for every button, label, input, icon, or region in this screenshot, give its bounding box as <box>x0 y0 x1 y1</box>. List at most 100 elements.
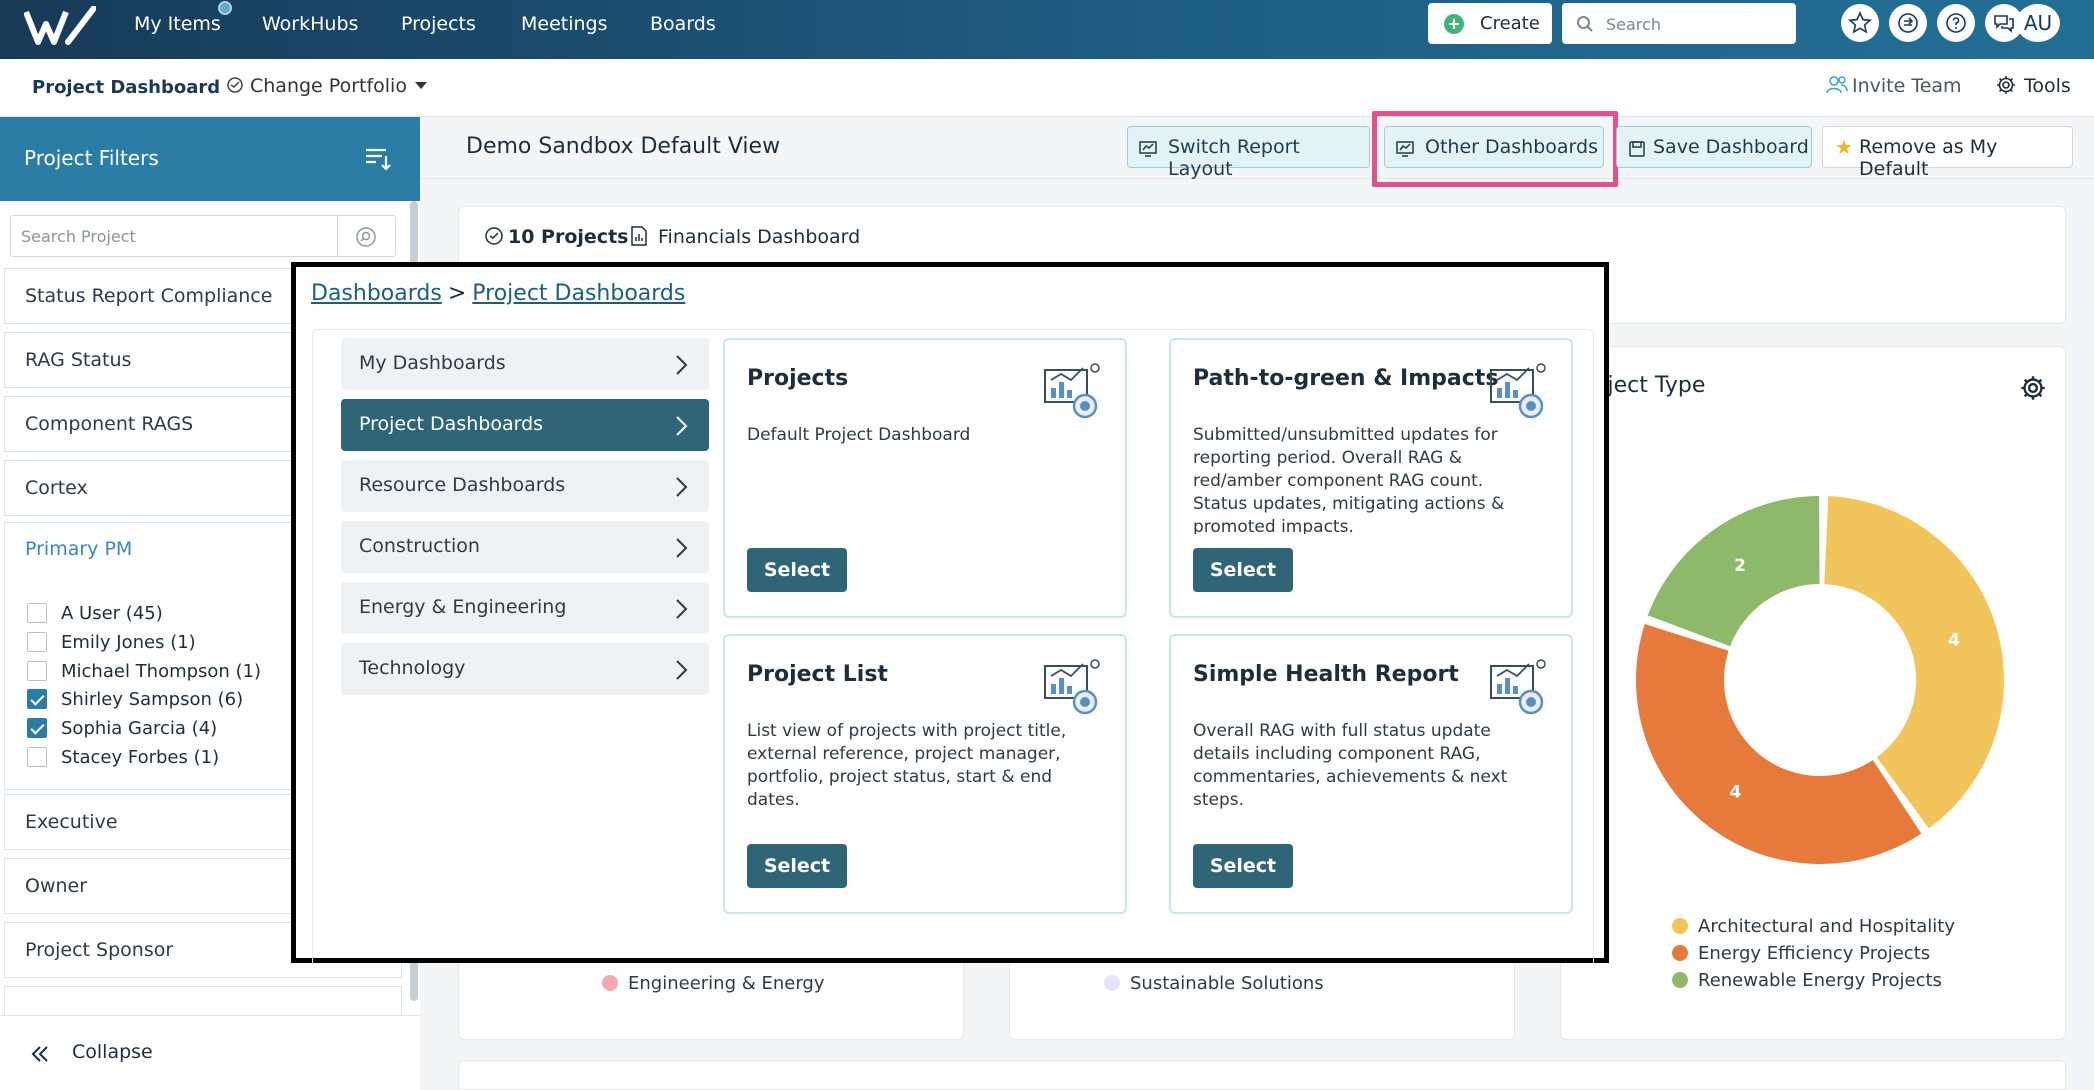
chart-settings-gear-icon[interactable] <box>2020 375 2046 401</box>
dashboard-card-path-to-green: Path-to-green & Impacts Submitted/unsubm… <box>1169 338 1573 618</box>
pm-name: Emily Jones <box>61 632 165 653</box>
donut-slice[interactable] <box>1636 624 1922 864</box>
category-label: My Dashboards <box>359 352 506 374</box>
legend-dot <box>1672 918 1688 934</box>
legend-label: Engineering & Energy <box>628 973 825 994</box>
global-search-input[interactable] <box>1606 12 1786 36</box>
nav-workhubs[interactable]: WorkHubs <box>262 13 358 35</box>
donut-data-label: 2 <box>1734 556 1746 576</box>
filter-label: Project Sponsor <box>25 939 174 961</box>
pm-count: (4) <box>191 718 218 739</box>
pm-option[interactable]: A User (45) <box>27 603 163 624</box>
search-icon[interactable] <box>355 226 377 248</box>
help-button[interactable] <box>1937 4 1975 42</box>
invite-team-button[interactable]: Invite Team <box>1826 75 1962 97</box>
category-my-dashboards[interactable]: My Dashboards <box>341 338 709 390</box>
exchange-icon <box>1898 13 1918 33</box>
modal-content: My Dashboards Project Dashboards Resourc… <box>312 329 1594 963</box>
pm-name: Sophia Garcia <box>61 718 186 739</box>
create-button[interactable]: + Create <box>1428 3 1552 44</box>
dashboard-chart-icon <box>1044 659 1100 715</box>
select-button[interactable]: Select <box>747 548 847 592</box>
checkbox-checked[interactable] <box>27 689 47 709</box>
project-count[interactable]: 10 Projects <box>484 226 628 248</box>
help-icon <box>1946 13 1966 33</box>
filter-label: Executive <box>25 811 118 833</box>
switch-button[interactable] <box>1889 4 1927 42</box>
breadcrumb: Dashboards > Project Dashboards <box>311 281 685 306</box>
checkbox[interactable] <box>27 747 47 767</box>
global-search[interactable] <box>1562 3 1796 44</box>
filter-label: Cortex <box>25 477 88 499</box>
remove-as-default-button[interactable]: ★ Remove as My Default <box>1822 126 2073 180</box>
switch-report-layout-button[interactable]: Switch Report Layout <box>1127 126 1370 180</box>
category-technology[interactable]: Technology <box>341 643 709 695</box>
pm-option[interactable]: Emily Jones (1) <box>27 632 196 653</box>
nav-my-items[interactable]: My Items <box>134 13 221 35</box>
breadcrumb-project-dashboards-link[interactable]: Project Dashboards <box>472 281 685 306</box>
change-portfolio-dropdown[interactable]: Change Portfolio <box>226 75 427 97</box>
legend-item: Engineering & Energy <box>602 973 825 994</box>
dashboard-card-description: Default Project Dashboard <box>747 425 971 445</box>
dashboard-card-projects: Projects Default Project Dashboard Selec… <box>723 338 1127 618</box>
pm-option[interactable]: Stacey Forbes (1) <box>27 747 219 768</box>
pm-option[interactable]: Michael Thompson (1) <box>27 661 261 682</box>
donut-data-label: 4 <box>1730 783 1742 803</box>
portfolio-icon <box>227 77 243 93</box>
legend-label: Renewable Energy Projects <box>1698 970 1942 991</box>
category-construction[interactable]: Construction <box>341 521 709 573</box>
category-resource-dashboards[interactable]: Resource Dashboards <box>341 460 709 512</box>
legend-dot <box>602 975 618 991</box>
search-divider <box>337 216 338 256</box>
pm-option[interactable]: Shirley Sampson (6) <box>27 689 243 710</box>
breadcrumb-dashboards-link[interactable]: Dashboards <box>311 281 442 306</box>
tools-button[interactable]: Tools <box>1996 75 2071 97</box>
nav-projects[interactable]: Projects <box>401 13 476 35</box>
project-search[interactable] <box>10 215 396 257</box>
dashboard-card-title: Project List <box>747 662 888 687</box>
project-search-input[interactable] <box>21 225 331 247</box>
financials-dashboard-link[interactable]: Financials Dashboard <box>630 226 860 248</box>
nav-meetings[interactable]: Meetings <box>521 13 608 35</box>
project-dashboard-link[interactable]: Project Dashboard <box>32 77 220 98</box>
dashboard-card-simple-health-report: Simple Health Report Overall RAG with fu… <box>1169 634 1573 914</box>
legend-dot <box>1672 945 1688 961</box>
tools-label: Tools <box>2024 75 2071 97</box>
favorites-button[interactable] <box>1841 4 1879 42</box>
checkbox[interactable] <box>27 603 47 623</box>
pm-count: (6) <box>217 689 244 710</box>
select-button[interactable]: Select <box>1193 844 1293 888</box>
change-portfolio-label: Change Portfolio <box>250 75 407 97</box>
chevron-right-icon <box>676 355 688 375</box>
sort-filter-icon[interactable] <box>364 145 392 173</box>
pm-option[interactable]: Sophia Garcia (4) <box>27 718 217 739</box>
double-chevron-left-icon <box>31 1046 48 1062</box>
select-button[interactable]: Select <box>1193 548 1293 592</box>
checkbox[interactable] <box>27 632 47 652</box>
project-count-label: 10 Projects <box>508 226 629 248</box>
primary-pm-label[interactable]: Primary PM <box>25 538 132 560</box>
portfolio-icon <box>485 227 503 245</box>
save-dashboard-button[interactable]: Save Dashboard <box>1616 126 1812 168</box>
category-project-dashboards[interactable]: Project Dashboards <box>341 399 709 451</box>
legend-item: Sustainable Solutions <box>1104 973 1324 994</box>
dashboard-card-title: Path-to-green & Impacts <box>1193 366 1499 391</box>
user-avatar[interactable]: AU <box>2016 4 2060 42</box>
dashboard-chart-icon <box>1044 363 1100 419</box>
filter-partial[interactable] <box>4 986 402 1016</box>
chevron-right-icon <box>676 599 688 619</box>
select-button[interactable]: Select <box>747 844 847 888</box>
gear-icon <box>1997 76 2015 94</box>
notification-dot-icon <box>218 1 232 15</box>
filters-header: Project Filters <box>0 117 420 201</box>
checkbox-checked[interactable] <box>27 718 47 738</box>
category-label: Construction <box>359 535 480 557</box>
category-energy-engineering[interactable]: Energy & Engineering <box>341 582 709 634</box>
save-icon <box>1629 141 1645 157</box>
app-logo-icon[interactable] <box>24 6 96 48</box>
collapse-sidebar-button[interactable]: Collapse <box>0 1015 420 1090</box>
nav-boards[interactable]: Boards <box>650 13 716 35</box>
bottom-card-edge <box>458 1060 2066 1090</box>
checkbox[interactable] <box>27 661 47 681</box>
dashboard-chart-icon <box>1490 363 1546 419</box>
